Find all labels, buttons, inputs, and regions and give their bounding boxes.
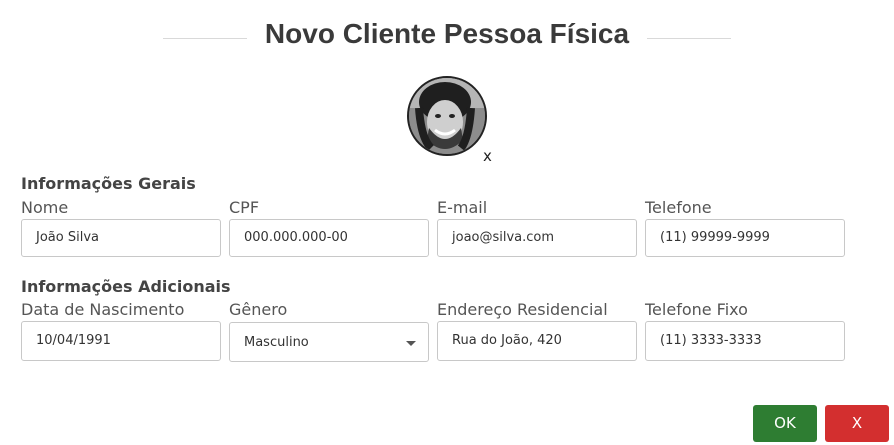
person-photo-icon: [409, 78, 485, 154]
page-title: Novo Cliente Pessoa Física: [264, 18, 630, 49]
name-input[interactable]: João Silva: [21, 219, 221, 257]
gender-label: Gênero: [229, 300, 288, 319]
section-title-additional: Informações Adicionais: [21, 277, 231, 296]
email-label: E-mail: [437, 198, 488, 217]
title-divider-right: [647, 38, 731, 39]
email-input[interactable]: joao@silva.com: [437, 219, 637, 257]
phone-input[interactable]: (11) 99999-9999: [645, 219, 845, 257]
page-header: Novo Cliente Pessoa Física: [0, 14, 894, 62]
cpf-input[interactable]: 000.000.000-00: [229, 219, 429, 257]
avatar[interactable]: [407, 76, 487, 156]
remove-photo-button[interactable]: x: [483, 147, 492, 165]
landline-input[interactable]: (11) 3333-3333: [645, 321, 845, 361]
address-label: Endereço Residencial: [437, 300, 608, 319]
title-divider-left: [163, 38, 247, 39]
chevron-down-icon: [406, 341, 416, 346]
name-label: Nome: [21, 198, 69, 217]
gender-select-value: Masculino: [244, 335, 309, 350]
cancel-button[interactable]: X: [825, 405, 889, 442]
avatar-photo: [407, 76, 487, 156]
address-input[interactable]: Rua do João, 420: [437, 321, 637, 361]
landline-label: Telefone Fixo: [645, 300, 748, 319]
section-title-general: Informações Gerais: [21, 174, 196, 193]
birthdate-label: Data de Nascimento: [21, 300, 185, 319]
birthdate-input[interactable]: 10/04/1991: [21, 321, 221, 361]
phone-label: Telefone: [645, 198, 712, 217]
gender-select[interactable]: Masculino: [229, 322, 429, 362]
ok-button[interactable]: OK: [753, 405, 817, 442]
cpf-label: CPF: [229, 198, 260, 217]
